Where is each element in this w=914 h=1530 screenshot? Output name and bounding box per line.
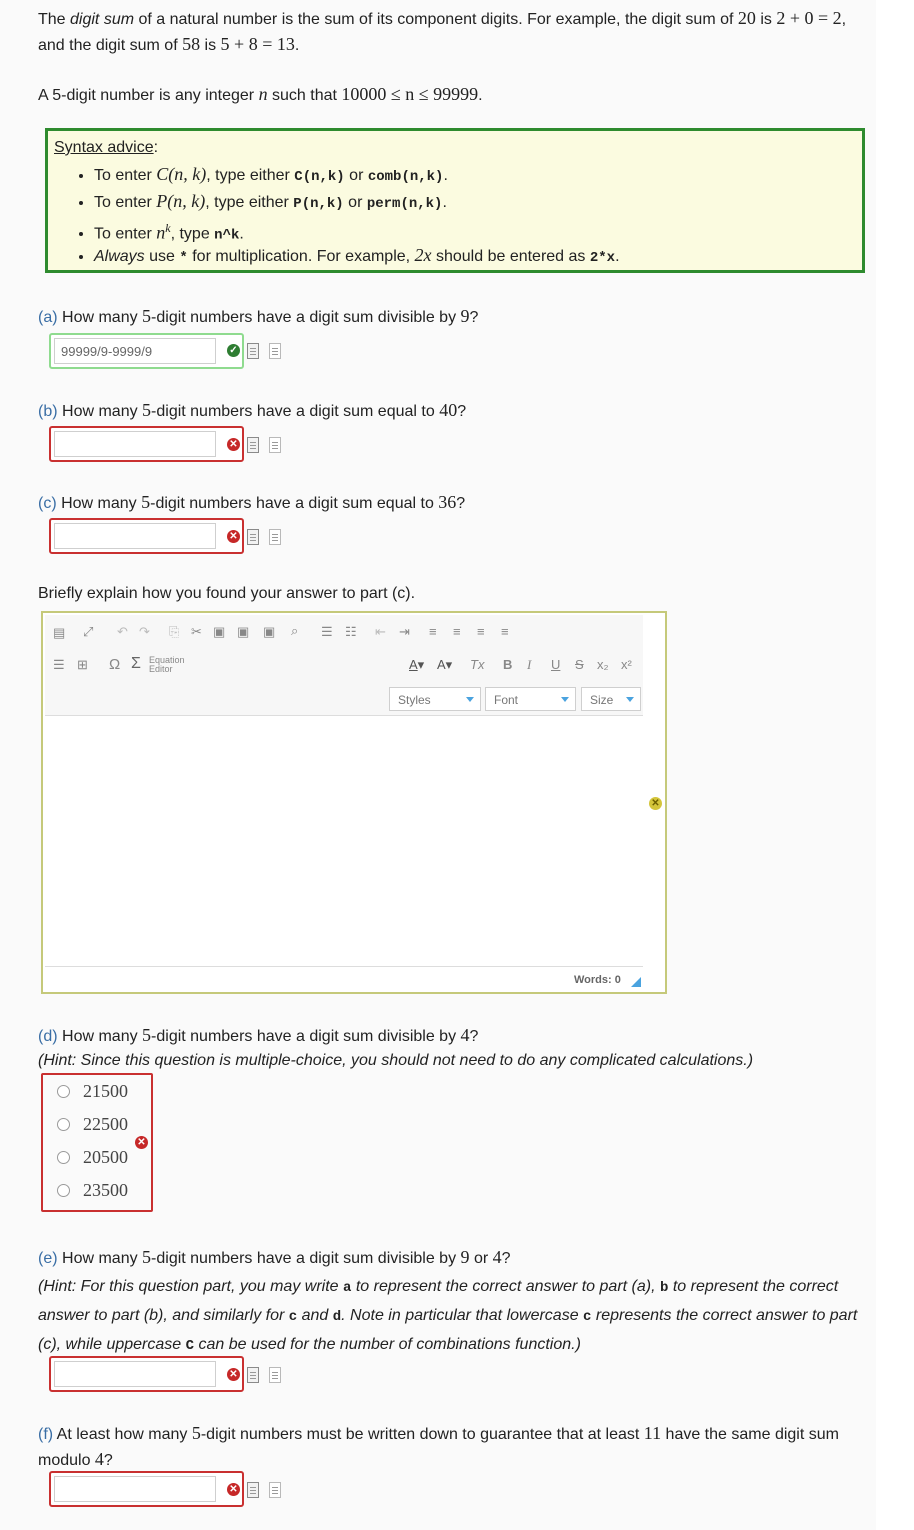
question-e-text: (e) How many 5-digit numbers have a digi…	[38, 1247, 858, 1354]
answer-box-a	[49, 333, 244, 369]
unanswered-warning-icon: ✕	[649, 797, 662, 810]
font-color-icon[interactable]: A▾	[409, 657, 424, 673]
help-doc-icon[interactable]	[269, 343, 281, 359]
special-char-icon[interactable]: Ω	[109, 656, 120, 673]
paste-icon[interactable]: ▣	[213, 624, 225, 640]
radio-button[interactable]	[57, 1085, 70, 1098]
explain-prompt: Briefly explain how you found your answe…	[38, 585, 416, 602]
numbered-list-icon[interactable]: ☰	[321, 624, 333, 640]
radio-button[interactable]	[57, 1151, 70, 1164]
preview-doc-icon[interactable]	[247, 437, 259, 453]
indent-icon[interactable]: ⇥	[399, 624, 410, 640]
rich-text-editor: ▤ ⤢ ↶ ↷ ⎘ ✂ ▣ ▣ ▣ ⌕ ☰ ☷ ⇤ ⇥ ≡ ≡ ≡ ≡ ☰ ⊞ …	[41, 611, 667, 994]
answer-box-e	[49, 1356, 244, 1392]
table-icon[interactable]: ⊞	[77, 657, 88, 673]
word-count: Words: 0	[574, 974, 621, 986]
radio-button[interactable]	[57, 1184, 70, 1197]
styles-dropdown[interactable]: Styles	[389, 687, 481, 711]
editor-toolbar: ▤ ⤢ ↶ ↷ ⎘ ✂ ▣ ▣ ▣ ⌕ ☰ ☷ ⇤ ⇥ ≡ ≡ ≡ ≡ ☰ ⊞ …	[45, 615, 643, 716]
intro-text: The digit sum of a natural number is the…	[38, 6, 868, 108]
preview-doc-icon[interactable]	[247, 1367, 259, 1383]
bold-button[interactable]: B	[503, 657, 512, 672]
question-a-text: (a) How many 5-digit numbers have a digi…	[38, 306, 479, 326]
superscript-button[interactable]: x²	[621, 657, 632, 672]
help-doc-icon[interactable]	[269, 1367, 281, 1383]
syntax-item: Always use * for multiplication. For exa…	[94, 242, 620, 269]
question-f-text: (f) At least how many 5-digit numbers mu…	[38, 1423, 839, 1469]
answer-input-b[interactable]	[54, 431, 216, 457]
align-center-icon[interactable]: ≡	[453, 624, 461, 639]
find-icon[interactable]: ⌕	[291, 623, 298, 639]
syntax-advice-box: Syntax advice: To enter C(n, k), type ei…	[45, 128, 865, 273]
strikethrough-button[interactable]: S	[575, 657, 584, 672]
syntax-item: To enter C(n, k), type either C(n,k) or …	[94, 161, 620, 188]
justify-icon[interactable]: ≡	[501, 624, 509, 639]
align-left-icon[interactable]: ≡	[429, 624, 437, 639]
preview-doc-icon[interactable]	[247, 343, 259, 359]
answer-input-a[interactable]	[54, 338, 216, 364]
incorrect-x-icon: ✕	[135, 1136, 148, 1149]
incorrect-x-icon: ✕	[227, 1368, 240, 1381]
question-b-text: (b) How many 5-digit numbers have a digi…	[38, 400, 467, 420]
question-e-hint: (Hint: For this question part, you may w…	[38, 1278, 858, 1354]
answer-box-c	[49, 518, 244, 554]
intro-paragraph-1: The digit sum of a natural number is the…	[38, 8, 847, 54]
syntax-advice-title: Syntax advice:	[54, 139, 159, 156]
syntax-item: To enter P(n, k), type either P(n,k) or …	[94, 188, 620, 215]
help-doc-icon[interactable]	[269, 1482, 281, 1498]
equation-editor-button[interactable]: Equation Editor	[149, 656, 185, 674]
intro-paragraph-2: A 5-digit number is any integer n such t…	[38, 84, 483, 104]
answer-input-e[interactable]	[54, 1361, 216, 1387]
underline-button[interactable]: U	[551, 657, 560, 672]
subscript-button[interactable]: x₂	[597, 657, 609, 672]
source-icon[interactable]: ▤	[53, 625, 65, 641]
question-d-text: (d) How many 5-digit numbers have a digi…	[38, 1025, 754, 1069]
syntax-advice-list: To enter C(n, k), type either C(n,k) or …	[54, 161, 620, 269]
paste-text-icon[interactable]: ▣	[237, 624, 249, 640]
correct-check-icon: ✓	[227, 344, 240, 357]
redo-icon[interactable]: ↷	[139, 624, 150, 640]
problem-page: The digit sum of a natural number is the…	[0, 0, 876, 1530]
maximize-icon[interactable]: ⤢	[83, 624, 93, 640]
answer-input-c[interactable]	[54, 523, 216, 549]
bulleted-list-icon[interactable]: ☷	[345, 624, 357, 640]
preview-doc-icon[interactable]	[247, 529, 259, 545]
bg-color-icon[interactable]: A▾	[437, 657, 452, 673]
horizontal-rule-icon[interactable]: ☰	[53, 657, 65, 673]
incorrect-x-icon: ✕	[227, 1483, 240, 1496]
preview-doc-icon[interactable]	[247, 1482, 259, 1498]
font-dropdown[interactable]: Font	[485, 687, 576, 711]
align-right-icon[interactable]: ≡	[477, 624, 485, 639]
undo-icon[interactable]: ↶	[117, 624, 128, 640]
help-doc-icon[interactable]	[269, 529, 281, 545]
radio-button[interactable]	[57, 1118, 70, 1131]
incorrect-x-icon: ✕	[227, 530, 240, 543]
syntax-item: To enter nk, type n^k.	[94, 215, 620, 243]
question-d-hint: (Hint: Since this question is multiple-c…	[38, 1052, 754, 1069]
answer-box-f	[49, 1471, 244, 1507]
incorrect-x-icon: ✕	[227, 438, 240, 451]
italic-button[interactable]: I	[527, 657, 531, 673]
answer-box-b	[49, 426, 244, 462]
resize-handle-icon[interactable]	[631, 977, 641, 987]
clear-format-icon[interactable]: Tx	[470, 657, 484, 672]
paste-word-icon[interactable]: ▣	[263, 624, 275, 640]
answer-input-f[interactable]	[54, 1476, 216, 1502]
copy-icon[interactable]: ⎘	[169, 624, 179, 640]
editor-content-area[interactable]	[45, 716, 643, 967]
question-c-text: (c) How many 5-digit numbers have a digi…	[38, 492, 466, 512]
outdent-icon[interactable]: ⇤	[375, 624, 386, 640]
cut-icon[interactable]: ✂	[191, 624, 202, 640]
equation-editor-icon[interactable]: Σ	[131, 655, 141, 673]
size-dropdown[interactable]: Size	[581, 687, 641, 711]
help-doc-icon[interactable]	[269, 437, 281, 453]
